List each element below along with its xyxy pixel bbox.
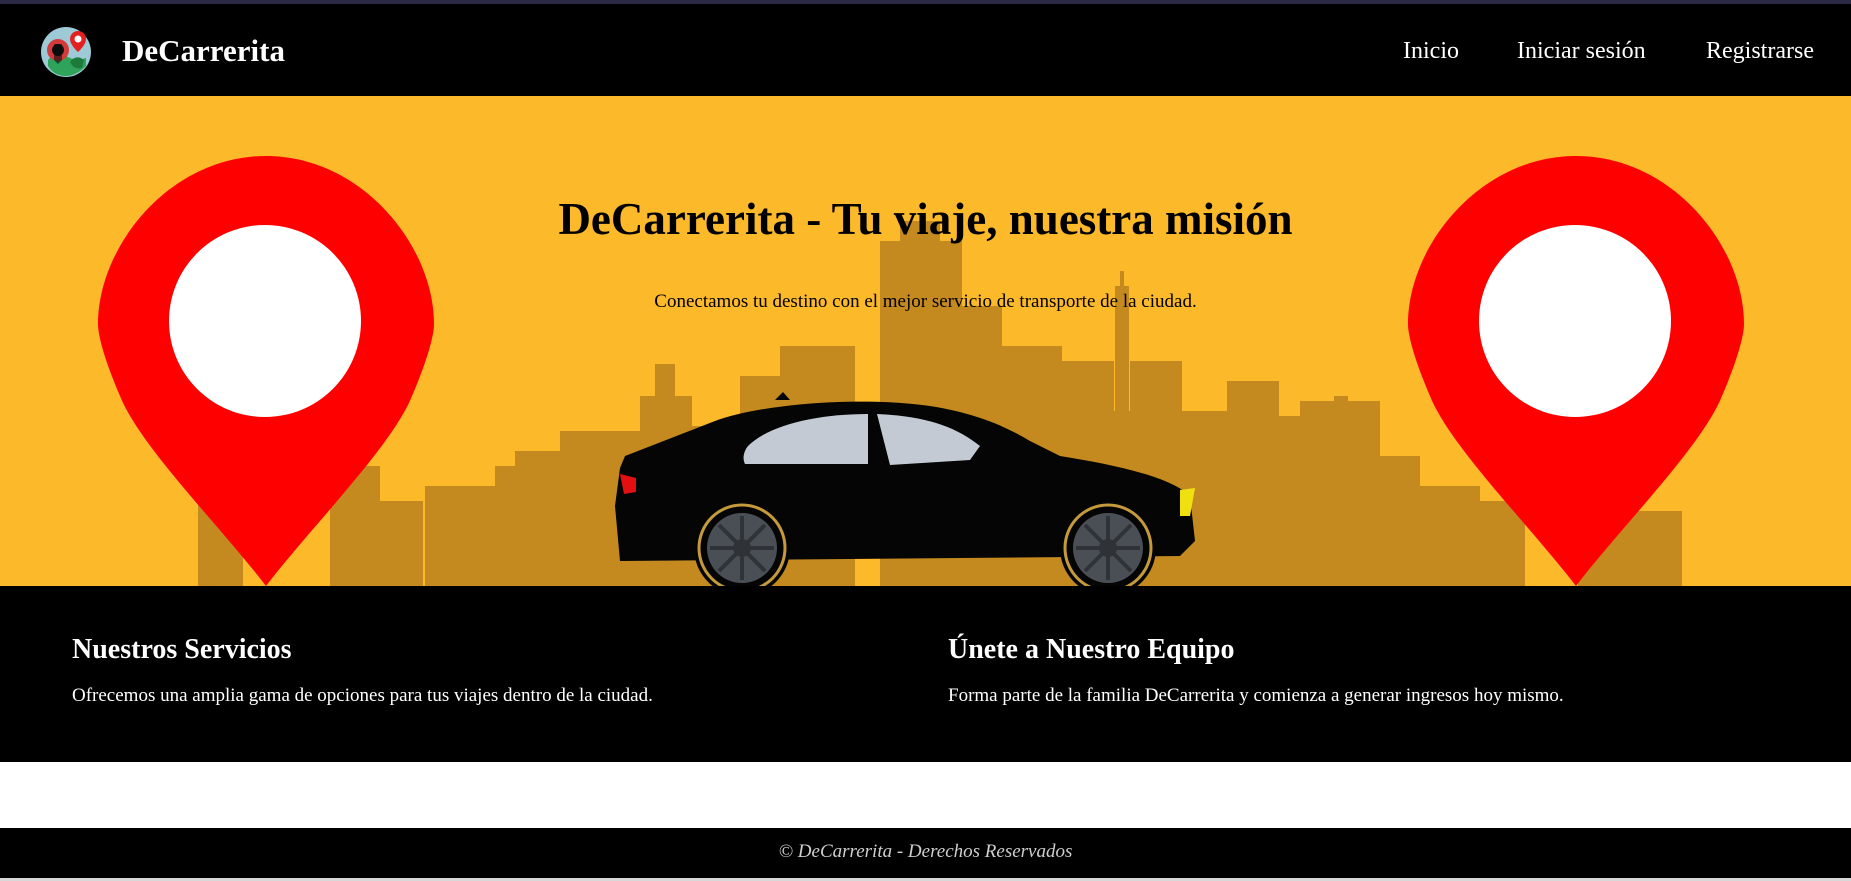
nav-link-login[interactable]: Iniciar sesión (1517, 36, 1646, 66)
features-section: Nuestros Servicios Ofrecemos una amplia … (0, 586, 1851, 762)
feature-team-heading: Únete a Nuestro Equipo (948, 634, 1235, 665)
feature-team: Únete a Nuestro Equipo Forma parte de la… (948, 632, 1808, 708)
footer-copyright: © DeCarrerita - Derechos Reservados (778, 841, 1073, 862)
hero-subtitle: Conectamos tu destino con el mejor servi… (654, 291, 1197, 312)
nav-link-inicio[interactable]: Inicio (1403, 36, 1459, 66)
map-pin-logo-icon[interactable] (40, 26, 92, 78)
feature-services-text: Ofrecemos una amplia gama de opciones pa… (72, 685, 653, 706)
navbar: DeCarrerita Inicio Iniciar sesión Regist… (0, 4, 1851, 96)
feature-services-heading: Nuestros Servicios (72, 634, 292, 665)
feature-team-text: Forma parte de la familia DeCarrerita y … (948, 685, 1564, 706)
nav-link-register[interactable]: Registrarse (1706, 36, 1814, 66)
hero-banner: DeCarrerita - Tu viaje, nuestra misión C… (0, 96, 1851, 586)
hero-illustration (98, 156, 1744, 586)
brand-name[interactable]: DeCarrerita (122, 31, 285, 71)
hero-title: DeCarrerita - Tu viaje, nuestra misión (558, 194, 1293, 244)
content-spacer (0, 762, 1851, 828)
footer: © DeCarrerita - Derechos Reservados (0, 828, 1851, 878)
feature-services: Nuestros Servicios Ofrecemos una amplia … (72, 632, 892, 708)
